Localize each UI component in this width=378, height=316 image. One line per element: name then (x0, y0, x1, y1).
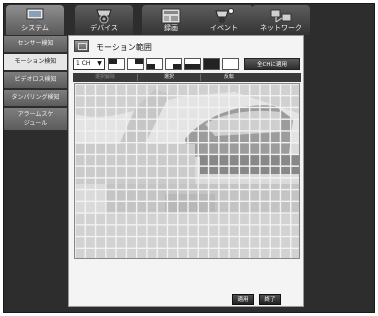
tab-network-label: ネットワーク (260, 24, 302, 32)
tab-system-label: システム (21, 24, 49, 32)
camera-icon (96, 9, 112, 24)
tab-event[interactable]: イベント (195, 5, 253, 35)
pattern-fill (147, 64, 155, 69)
tab-network[interactable]: ネットワーク (252, 5, 310, 35)
toolbar: 1 CH ▼ 全CHに適用 (73, 58, 301, 70)
deselect-mode-button[interactable]: 選択解除 (73, 73, 137, 82)
sidebar-menu: センサー検知 モーション検知 ビデオロス検知 タンパリング検知 アラームスケ ジ… (4, 36, 67, 132)
camera-preview (75, 84, 299, 258)
close-button[interactable]: 終了 (259, 294, 281, 305)
tab-device-label: デバイス (90, 24, 118, 32)
pattern-bottom-half-button[interactable] (184, 58, 201, 70)
apply-all-channels-button[interactable]: 全CHに適用 (244, 58, 300, 70)
tab-device[interactable]: デバイス (75, 5, 133, 35)
pattern-top-left-button[interactable] (108, 58, 125, 70)
apply-button[interactable]: 適用 (232, 294, 254, 305)
top-tab-bar: システム デバイス 録画 イベント ネットワーク (4, 5, 374, 35)
pattern-fill (185, 64, 200, 69)
select-mode-button[interactable]: 選択 (138, 73, 200, 82)
network-icon (270, 9, 292, 23)
pattern-fill (135, 59, 143, 64)
sidebar-item-tampering[interactable]: タンパリング検知 (4, 90, 67, 106)
selection-mode-bar: 選択解除 選択 反転 (73, 73, 301, 82)
pattern-fill (109, 59, 117, 64)
tab-record[interactable]: 録画 (142, 5, 200, 35)
channel-select[interactable]: 1 CH ▼ (73, 58, 105, 70)
camera-alert-icon (215, 8, 234, 23)
motion-grid[interactable] (74, 83, 300, 259)
monitor-icon (26, 8, 44, 24)
sidebar-item-alarm-schedule[interactable]: アラームスケ ジュール (4, 108, 67, 130)
pattern-bottom-left-button[interactable] (146, 58, 163, 70)
motion-area-panel: モーション範囲 1 CH ▼ 全CHに適用 選択解除 選択 反転 適用 終了 (68, 35, 304, 307)
sidebar-item-sensor[interactable]: センサー検知 (4, 36, 67, 52)
pattern-top-right-button[interactable] (127, 58, 144, 70)
page-title: モーション範囲 (96, 43, 152, 52)
channel-select-value: 1 CH (76, 60, 91, 67)
pattern-fill (173, 64, 181, 69)
invert-mode-button[interactable]: 反転 (201, 73, 257, 82)
tab-system[interactable]: システム (6, 5, 64, 35)
pattern-full-button[interactable] (203, 58, 220, 70)
record-icon (161, 8, 181, 24)
pattern-clear-button[interactable] (222, 58, 239, 70)
tab-record-label: 録画 (164, 24, 178, 32)
sidebar-item-motion[interactable]: モーション検知 (4, 54, 67, 70)
tab-event-label: イベント (210, 24, 238, 32)
pattern-fill (204, 59, 219, 69)
pattern-bottom-right-button[interactable] (165, 58, 182, 70)
sidebar-item-video-loss[interactable]: ビデオロス検知 (4, 72, 67, 88)
chevron-down-icon: ▼ (97, 60, 102, 67)
motion-area-icon (74, 40, 89, 52)
sidebar-item-alarm-schedule-label: アラームスケ ジュール (17, 111, 54, 127)
